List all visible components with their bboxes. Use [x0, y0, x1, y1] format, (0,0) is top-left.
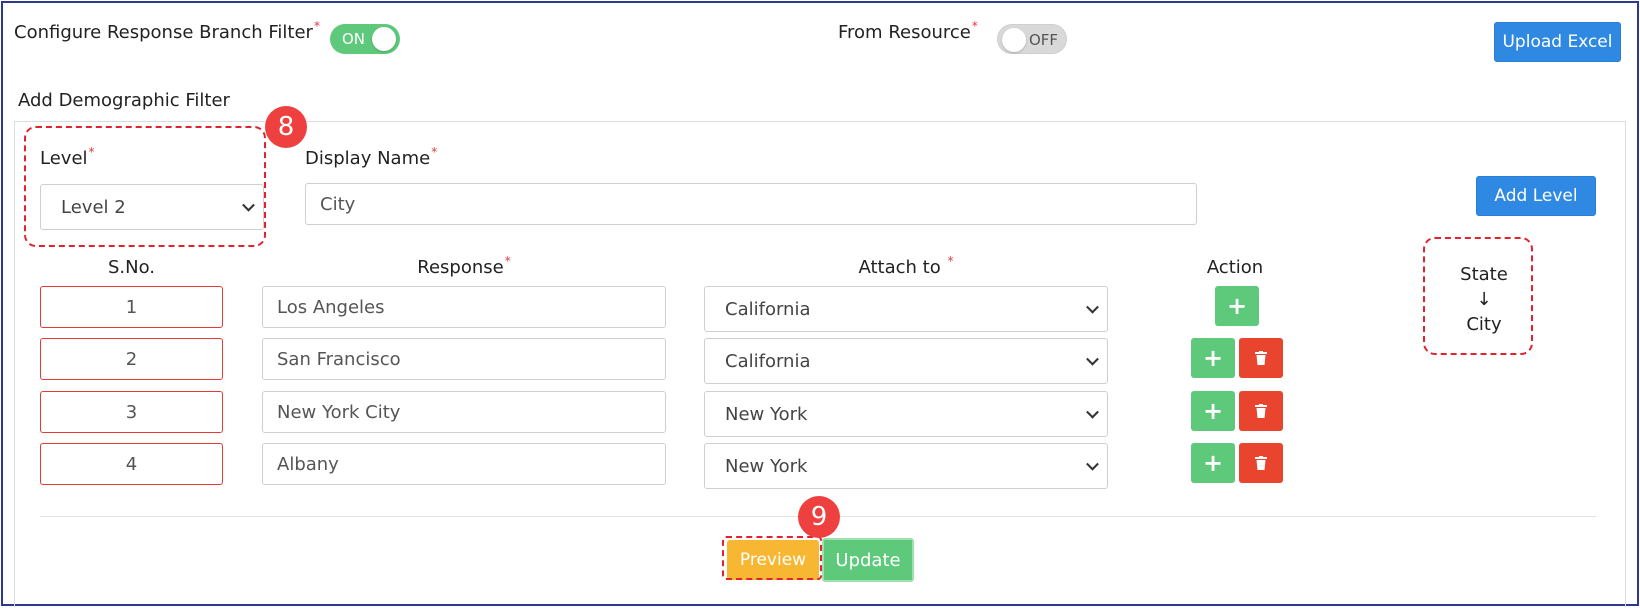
plus-icon: +	[1202, 344, 1224, 372]
response-input[interactable]: New York City	[262, 391, 666, 433]
chevron-down-icon	[1086, 405, 1099, 419]
add-level-button[interactable]: Add Level	[1476, 176, 1596, 216]
from-resource-label: From Resource*	[838, 19, 978, 43]
trash-icon	[1255, 351, 1267, 365]
attach-to-select[interactable]: California	[704, 338, 1108, 384]
row-sno: 4	[40, 443, 223, 485]
attach-to-value: New York	[725, 403, 808, 425]
annotation-badge-9: 9	[798, 496, 840, 538]
annotation-highlight-hierarchy	[1423, 237, 1533, 355]
toggle-knob	[1002, 28, 1026, 52]
delete-row-button[interactable]	[1239, 443, 1283, 483]
column-header-response: Response*	[417, 254, 511, 278]
annotation-highlight-level	[24, 126, 266, 247]
update-button[interactable]: Update	[822, 538, 914, 582]
add-row-button[interactable]: +	[1191, 338, 1235, 378]
toggle-state-label: ON	[342, 30, 366, 48]
response-input[interactable]: Los Angeles	[262, 286, 666, 328]
attach-to-select[interactable]: California	[704, 286, 1108, 332]
annotation-badge-8: 8	[265, 106, 307, 148]
display-name-label: Display Name*	[305, 145, 438, 169]
row-sno: 1	[40, 286, 223, 328]
response-input[interactable]: Albany	[262, 443, 666, 485]
toggle-state-label: OFF	[1028, 31, 1058, 49]
trash-icon	[1255, 404, 1267, 418]
trash-icon	[1255, 456, 1267, 470]
attach-to-value: California	[725, 298, 811, 320]
attach-to-select[interactable]: New York	[704, 391, 1108, 437]
chevron-down-icon	[1086, 352, 1099, 366]
chevron-down-icon	[1086, 300, 1099, 314]
from-resource-toggle[interactable]: OFF	[997, 24, 1067, 54]
attach-to-value: New York	[725, 455, 808, 477]
column-header-attach-to: Attach to *	[858, 254, 954, 278]
response-input[interactable]: San Francisco	[262, 338, 666, 380]
delete-row-button[interactable]	[1239, 391, 1283, 431]
row-sno: 2	[40, 338, 223, 380]
add-row-button[interactable]: +	[1215, 286, 1259, 326]
plus-icon: +	[1202, 449, 1224, 477]
row-sno: 3	[40, 391, 223, 433]
attach-to-select[interactable]: New York	[704, 443, 1108, 489]
toggle-knob	[372, 27, 396, 51]
plus-icon: +	[1226, 292, 1248, 320]
add-row-button[interactable]: +	[1191, 391, 1235, 431]
plus-icon: +	[1202, 397, 1224, 425]
column-header-action: Action	[1206, 257, 1264, 278]
upload-excel-button[interactable]: Upload Excel	[1494, 22, 1621, 62]
chevron-down-icon	[1086, 457, 1099, 471]
attach-to-value: California	[725, 350, 811, 372]
annotation-highlight-preview	[722, 536, 822, 580]
add-row-button[interactable]: +	[1191, 443, 1235, 483]
delete-row-button[interactable]	[1239, 338, 1283, 378]
branch-filter-toggle[interactable]: ON	[330, 24, 400, 54]
display-name-input[interactable]: City	[305, 183, 1197, 225]
column-header-sno: S.No.	[107, 257, 156, 278]
branch-filter-label: Configure Response Branch Filter*	[14, 19, 320, 43]
section-title: Add Demographic Filter	[18, 90, 230, 111]
